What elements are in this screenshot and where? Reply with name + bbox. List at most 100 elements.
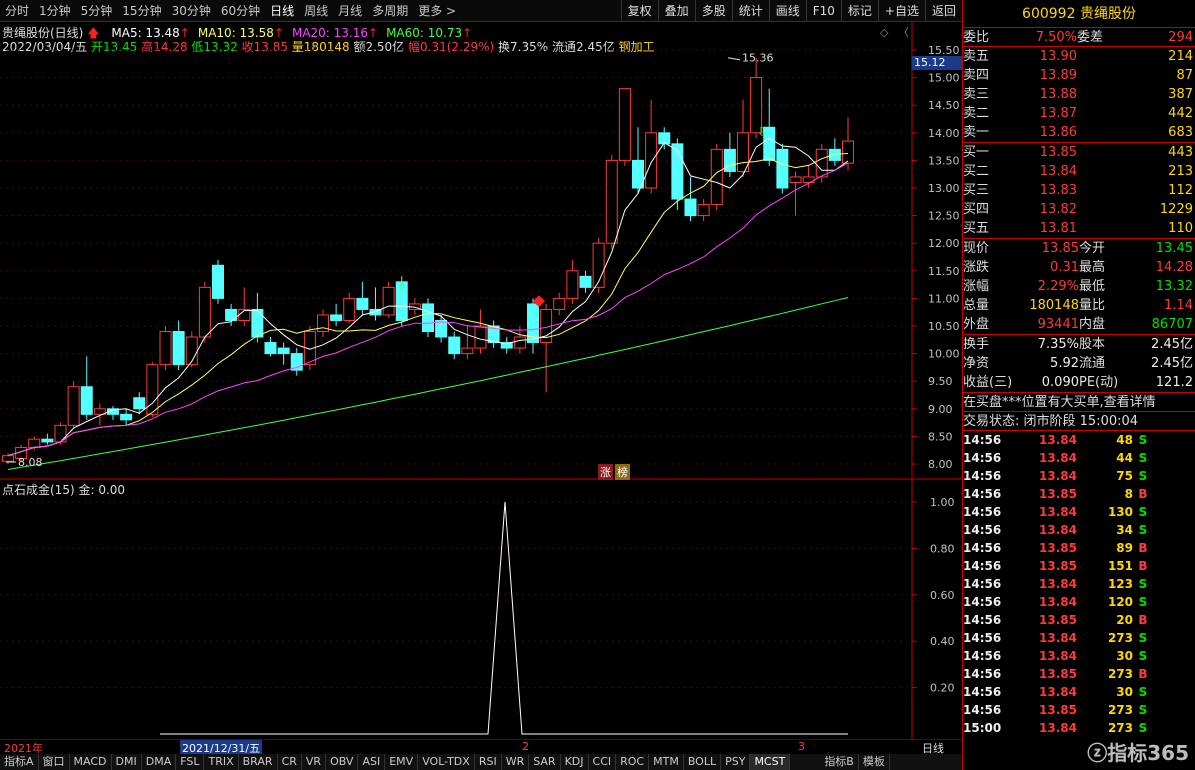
buy-price[interactable]: 13.81	[1037, 219, 1077, 238]
toolbar-button-6[interactable]: 标记	[840, 0, 878, 22]
buy-price[interactable]: 13.84	[1037, 162, 1077, 181]
buy-price[interactable]: 13.85	[1037, 143, 1077, 162]
tick-row[interactable]: 14:56 13.85 151 B	[963, 557, 1195, 575]
sell-price[interactable]: 13.87	[1037, 104, 1077, 123]
tick-row[interactable]: 14:56 13.84 30 S	[963, 683, 1195, 701]
indicator-tab-20[interactable]: MTM	[649, 754, 684, 770]
indicator-tab-17[interactable]: KDJ	[561, 754, 589, 770]
indicator-tab-7[interactable]: BRAR	[239, 754, 278, 770]
indicator-tab-19[interactable]: ROC	[616, 754, 650, 770]
toolbar-button-8[interactable]: 返回	[924, 0, 962, 22]
sell-price[interactable]: 13.90	[1037, 47, 1077, 66]
tick-row[interactable]: 14:56 13.84 123 S	[963, 575, 1195, 593]
indicator-tab-2[interactable]: MACD	[70, 754, 112, 770]
indicator-tab-0[interactable]: 指标A	[0, 754, 39, 770]
period-tab-1[interactable]: 1分钟	[34, 0, 76, 22]
indicator-tab-14[interactable]: RSI	[475, 754, 502, 770]
ranking-tag[interactable]: 涨 榜	[598, 464, 630, 480]
tick-row[interactable]: 14:56 13.84 48 S	[963, 431, 1195, 449]
ranking-tag-rise[interactable]: 涨	[598, 464, 613, 480]
candle-body	[343, 297, 356, 321]
fin-row: 收益(三) 0.090 PE(动) 121.2	[963, 373, 1195, 392]
indicator-tab-13[interactable]: VOL-TDX	[418, 754, 475, 770]
period-tab-0[interactable]: 分时	[0, 0, 34, 22]
candle-body	[645, 132, 658, 189]
tick-list[interactable]: 14:56 13.84 48 S 14:56 13.84 44 S 14:56 13.84 75 S 1…	[963, 431, 1195, 737]
ranking-tag-list[interactable]: 榜	[615, 464, 630, 480]
indicator-tab-4[interactable]: DMA	[142, 754, 177, 770]
tick-volume: 273	[1107, 667, 1133, 681]
sell-row: 卖五 13.90 214	[963, 47, 1195, 66]
indicator-tab-21[interactable]: BOLL	[684, 754, 722, 770]
period-tab-9[interactable]: 多周期	[367, 0, 413, 22]
buy-price[interactable]: 13.82	[1037, 200, 1077, 219]
toolbar-button-0[interactable]: 复权	[620, 0, 658, 22]
indicator-tab-15[interactable]: WR	[502, 754, 530, 770]
tick-row[interactable]: 15:00 13.84 273 S	[963, 719, 1195, 737]
tick-row[interactable]: 14:56 13.84 130 S	[963, 503, 1195, 521]
toolbar-button-7[interactable]: +自选	[877, 0, 925, 22]
stat-row: 涨跌 0.31 最高 14.28	[963, 258, 1195, 277]
period-tab-7[interactable]: 周线	[299, 0, 333, 22]
indicator-tab-23[interactable]: MCST	[750, 754, 791, 770]
toolbar-button-2[interactable]: 多股	[694, 0, 732, 22]
tick-row[interactable]: 14:56 13.84 273 S	[963, 629, 1195, 647]
tick-row[interactable]: 14:56 13.84 120 S	[963, 593, 1195, 611]
indicator-tab-16[interactable]: SAR	[529, 754, 561, 770]
tick-row[interactable]: 14:56 13.84 75 S	[963, 467, 1195, 485]
indicator-tab-10[interactable]: OBV	[326, 754, 359, 770]
period-tab-10[interactable]: 更多 >	[413, 0, 461, 22]
indicator-tab-22[interactable]: PSY	[721, 754, 751, 770]
sell-price[interactable]: 13.89	[1037, 66, 1077, 85]
sell-price[interactable]: 13.86	[1037, 123, 1077, 142]
tick-row[interactable]: 14:56 13.85 20 B	[963, 611, 1195, 629]
toolbar-button-3[interactable]: 统计	[731, 0, 769, 22]
tick-row[interactable]: 14:56 13.84 30 S	[963, 647, 1195, 665]
indicator-tab-8[interactable]: CR	[278, 754, 302, 770]
tick-row[interactable]: 14:56 13.85 8 B	[963, 485, 1195, 503]
weibi-value: 7.50%	[1035, 30, 1077, 45]
tick-row[interactable]: 14:56 13.85 273 S	[963, 701, 1195, 719]
indicator-tab-11[interactable]: ASI	[358, 754, 386, 770]
tick-time: 14:56	[963, 523, 1002, 537]
tick-row[interactable]: 14:56 13.84 44 S	[963, 449, 1195, 467]
indicator-title[interactable]: 点石成金(15)	[2, 483, 75, 497]
toolbar-button-5[interactable]: F10	[805, 0, 841, 22]
period-tab-3[interactable]: 15分钟	[117, 0, 166, 22]
toolbar-button-4[interactable]: 画线	[768, 0, 806, 22]
period-tab-5[interactable]: 60分钟	[216, 0, 265, 22]
y-tick-label: 13.00	[928, 182, 960, 195]
period-tab-4[interactable]: 30分钟	[167, 0, 216, 22]
kline-chart-area[interactable]: 贵绳股份(日线) 🡅 MA5: 13.48↑ MA10: 13.58↑ MA20: …	[0, 22, 962, 756]
candle-body	[41, 438, 54, 443]
sell-volume: 87	[1176, 68, 1193, 83]
fin-value: 0.090	[1041, 375, 1079, 390]
max-price-pointer	[727, 57, 741, 61]
big-order-notice[interactable]: 在买盘***位置有大买单,查看详情	[963, 393, 1195, 412]
period-tab-2[interactable]: 5分钟	[76, 0, 118, 22]
indicator-tab-5[interactable]: FSL	[176, 754, 205, 770]
diamond-icon[interactable]: ◇	[880, 26, 889, 39]
period-tab-6[interactable]: 日线	[265, 0, 299, 22]
indicator-tab-6[interactable]: TRIX	[204, 754, 239, 770]
y-tick-label: 14.00	[928, 127, 960, 140]
tick-price: 13.84	[1039, 649, 1077, 663]
period-tab-8[interactable]: 月线	[333, 0, 367, 22]
buy-price[interactable]: 13.83	[1037, 181, 1077, 200]
toolbar-button-1[interactable]: 叠加	[657, 0, 695, 22]
chevron-icon[interactable]: 〈	[898, 26, 909, 39]
window-icons[interactable]: ◇ 〈	[880, 26, 909, 39]
tick-row[interactable]: 14:56 13.85 89 B	[963, 539, 1195, 557]
y-tick-label: 12.50	[928, 210, 960, 223]
indicator-tab-1[interactable]: 窗口	[39, 754, 70, 770]
indicator-tab-3[interactable]: DMI	[112, 754, 142, 770]
tick-row[interactable]: 14:56 13.85 273 B	[963, 665, 1195, 683]
candle-body	[789, 176, 802, 183]
indicator-tab-12[interactable]: EMV	[385, 754, 419, 770]
indicator-tab-25[interactable]: 模板	[859, 754, 890, 770]
indicator-tab-24[interactable]: 指标B	[820, 754, 859, 770]
indicator-tab-18[interactable]: CCI	[589, 754, 617, 770]
sell-price[interactable]: 13.88	[1037, 85, 1077, 104]
indicator-tab-9[interactable]: VR	[302, 754, 327, 770]
tick-row[interactable]: 14:56 13.84 34 S	[963, 521, 1195, 539]
